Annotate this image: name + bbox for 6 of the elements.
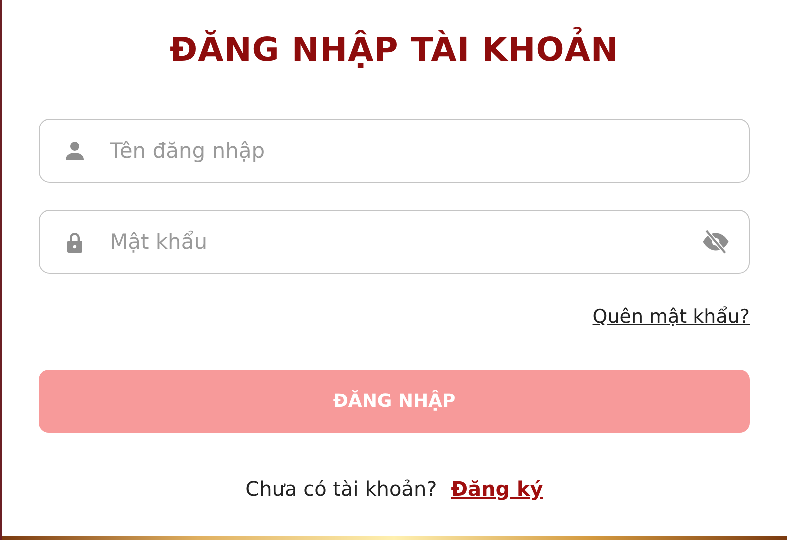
eye-off-icon[interactable]	[702, 228, 730, 256]
signup-link[interactable]: Đăng ký	[451, 477, 544, 501]
signup-prompt: Chưa có tài khoản?	[246, 477, 438, 501]
password-field[interactable]: Mật khẩu	[39, 210, 750, 274]
forgot-password-link[interactable]: Quên mật khẩu?	[592, 306, 750, 328]
username-field[interactable]: Tên đăng nhập	[39, 119, 750, 183]
